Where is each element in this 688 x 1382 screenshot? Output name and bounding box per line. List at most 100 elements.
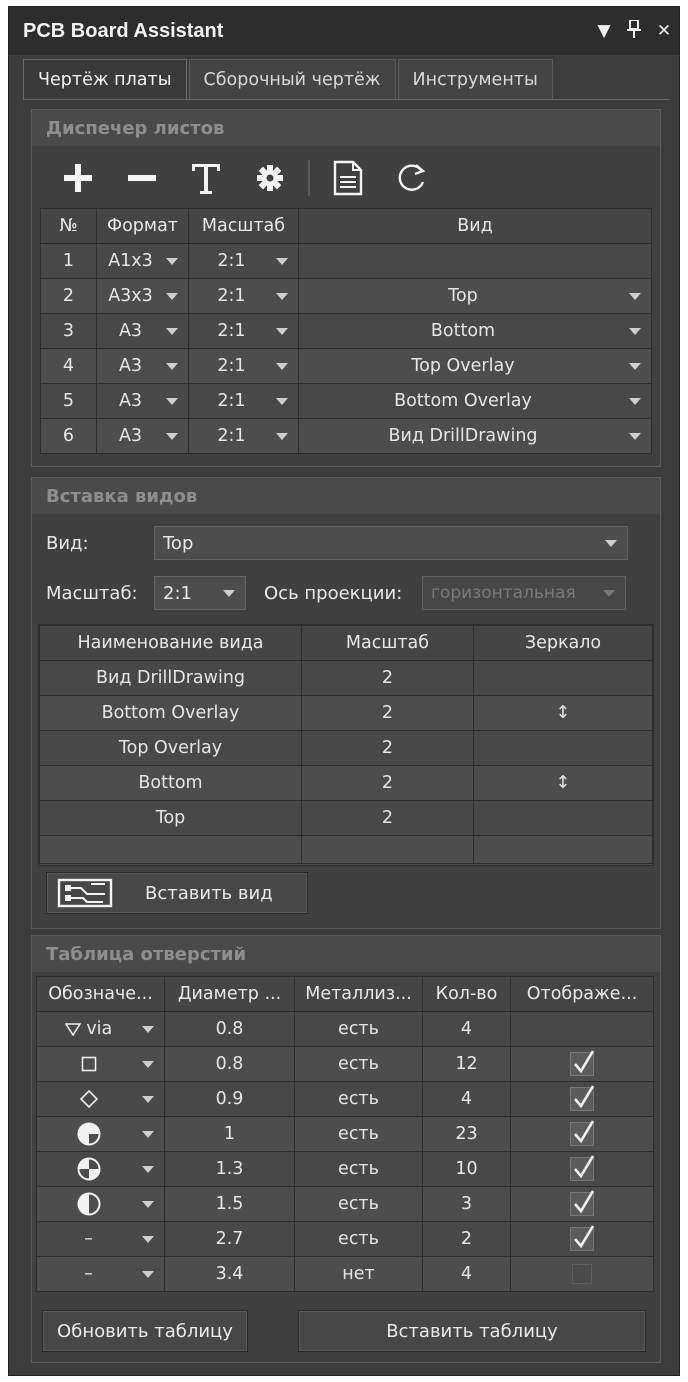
tab-board-drawing[interactable]: Чертёж платы: [23, 59, 187, 100]
symbol-select[interactable]: via: [36, 1011, 165, 1047]
view-select[interactable]: [298, 243, 652, 279]
mirror-cell[interactable]: [473, 730, 653, 766]
table-row[interactable]: 1 есть 23: [36, 1116, 654, 1152]
format-select[interactable]: А3х3: [96, 278, 189, 314]
scale-select[interactable]: 2:1: [188, 348, 299, 384]
display-cell[interactable]: [510, 1221, 654, 1257]
symbol-select[interactable]: –: [36, 1256, 165, 1292]
view-select[interactable]: Top Overlay: [298, 348, 652, 384]
view-scale[interactable]: 2: [301, 765, 474, 801]
symbol-text: via: [86, 1019, 113, 1039]
table-row[interactable]: 0.9 есть 4: [36, 1081, 654, 1117]
insert-view-button[interactable]: Вставить вид: [46, 872, 308, 914]
chevron-down-icon: [142, 1026, 154, 1033]
display-checkbox[interactable]: [570, 1050, 595, 1076]
table-row[interactable]: 5 А3 2:1 Bottom Overlay: [40, 383, 652, 419]
view-select[interactable]: Bottom: [298, 313, 652, 349]
mirror-cell[interactable]: [473, 660, 653, 696]
tab-assembly-drawing[interactable]: Сборочный чертёж: [188, 59, 396, 99]
col-diameter: Диаметр ...: [164, 976, 295, 1012]
view-select[interactable]: Top: [298, 278, 652, 314]
sheets-table-header: № Формат Масштаб Вид: [40, 208, 652, 244]
format-value: А1х3: [108, 251, 153, 271]
view-scale[interactable]: 2: [301, 695, 474, 731]
symbol-select[interactable]: [36, 1186, 165, 1222]
format-select[interactable]: А1х3: [96, 243, 189, 279]
symbol-select[interactable]: [36, 1116, 165, 1152]
remove-sheet-button[interactable]: [110, 155, 174, 201]
table-row[interactable]: via 0.8 есть 4: [36, 1011, 654, 1047]
scale-select[interactable]: 2:1: [188, 383, 299, 419]
display-checkbox[interactable]: [570, 1120, 595, 1146]
tab-tools[interactable]: Инструменты: [397, 59, 553, 99]
table-row[interactable]: 1.3 есть 10: [36, 1151, 654, 1187]
symbol-text: –: [84, 1264, 93, 1284]
tab-strip: Чертёж платы Сборочный чертёж Инструмент…: [23, 59, 555, 100]
document-button[interactable]: [316, 155, 380, 201]
plating-value: есть: [294, 1046, 423, 1082]
display-cell[interactable]: [510, 1081, 654, 1117]
format-select[interactable]: А3: [96, 383, 189, 419]
table-row[interactable]: – 2.7 есть 2: [36, 1221, 654, 1257]
mirror-cell[interactable]: [473, 800, 653, 836]
display-checkbox[interactable]: [572, 1264, 592, 1284]
add-sheet-button[interactable]: [46, 155, 110, 201]
mirror-cell[interactable]: ↕: [473, 765, 653, 801]
text-button[interactable]: [174, 155, 238, 201]
view-scale[interactable]: 2: [301, 730, 474, 766]
col-mirror: Зеркало: [473, 625, 653, 661]
scale-select[interactable]: 2:1: [188, 243, 299, 279]
display-cell[interactable]: [510, 1046, 654, 1082]
display-cell[interactable]: [510, 1256, 654, 1292]
settings-button[interactable]: [238, 155, 302, 201]
symbol-select[interactable]: [36, 1046, 165, 1082]
format-select[interactable]: А3: [96, 313, 189, 349]
refresh-button[interactable]: [380, 155, 444, 201]
table-row[interactable]: 6 А3 2:1 Вид DrillDrawing: [40, 418, 652, 454]
format-select[interactable]: А3: [96, 418, 189, 454]
scale-select[interactable]: 2:1: [188, 313, 299, 349]
table-row[interactable]: 2 А3х3 2:1 Top: [40, 278, 652, 314]
table-row[interactable]: Top Overlay 2: [39, 730, 653, 766]
display-cell[interactable]: [510, 1116, 654, 1152]
sheet-num: 2: [40, 278, 97, 314]
view-scale[interactable]: 2: [301, 660, 474, 696]
table-row[interactable]: 4 А3 2:1 Top Overlay: [40, 348, 652, 384]
display-checkbox[interactable]: [570, 1190, 595, 1216]
scale-select[interactable]: 2:1: [188, 418, 299, 454]
scale-combo[interactable]: 2:1: [154, 576, 246, 610]
table-row[interactable]: 1.5 есть 3: [36, 1186, 654, 1222]
table-row[interactable]: Bottom Overlay 2 ↕: [39, 695, 653, 731]
symbol-select[interactable]: [36, 1151, 165, 1187]
format-select[interactable]: А3: [96, 348, 189, 384]
scale-combo-value: 2:1: [163, 582, 192, 604]
count-value: 2: [422, 1221, 511, 1257]
table-row[interactable]: – 3.4 нет 4: [36, 1256, 654, 1292]
display-cell[interactable]: [510, 1186, 654, 1222]
close-icon[interactable]: ✕: [649, 21, 679, 41]
insert-table-button[interactable]: Вставить таблицу: [298, 1310, 646, 1352]
view-select[interactable]: Bottom Overlay: [298, 383, 652, 419]
table-row[interactable]: Вид DrillDrawing 2: [39, 660, 653, 696]
table-row[interactable]: 0.8 есть 12: [36, 1046, 654, 1082]
scale-select[interactable]: 2:1: [188, 278, 299, 314]
display-checkbox[interactable]: [570, 1225, 595, 1251]
table-row[interactable]: Top 2: [39, 800, 653, 836]
view-combo[interactable]: Top: [154, 526, 628, 560]
view-select[interactable]: Вид DrillDrawing: [298, 418, 652, 454]
table-row[interactable]: Bottom 2 ↕: [39, 765, 653, 801]
pin-icon[interactable]: [619, 18, 649, 43]
table-row[interactable]: 3 А3 2:1 Bottom: [40, 313, 652, 349]
view-scale[interactable]: 2: [301, 800, 474, 836]
plating-value: есть: [294, 1116, 423, 1152]
remove-icon: [128, 175, 156, 181]
mirror-cell[interactable]: ↕: [473, 695, 653, 731]
symbol-select[interactable]: –: [36, 1221, 165, 1257]
display-checkbox[interactable]: [570, 1085, 595, 1111]
display-cell[interactable]: [510, 1151, 654, 1187]
symbol-select[interactable]: [36, 1081, 165, 1117]
update-table-button[interactable]: Обновить таблицу: [42, 1310, 248, 1352]
table-row[interactable]: 1 А1х3 2:1: [40, 243, 652, 279]
menu-dropdown-icon[interactable]: ▼: [589, 21, 619, 41]
display-checkbox[interactable]: [570, 1155, 595, 1181]
